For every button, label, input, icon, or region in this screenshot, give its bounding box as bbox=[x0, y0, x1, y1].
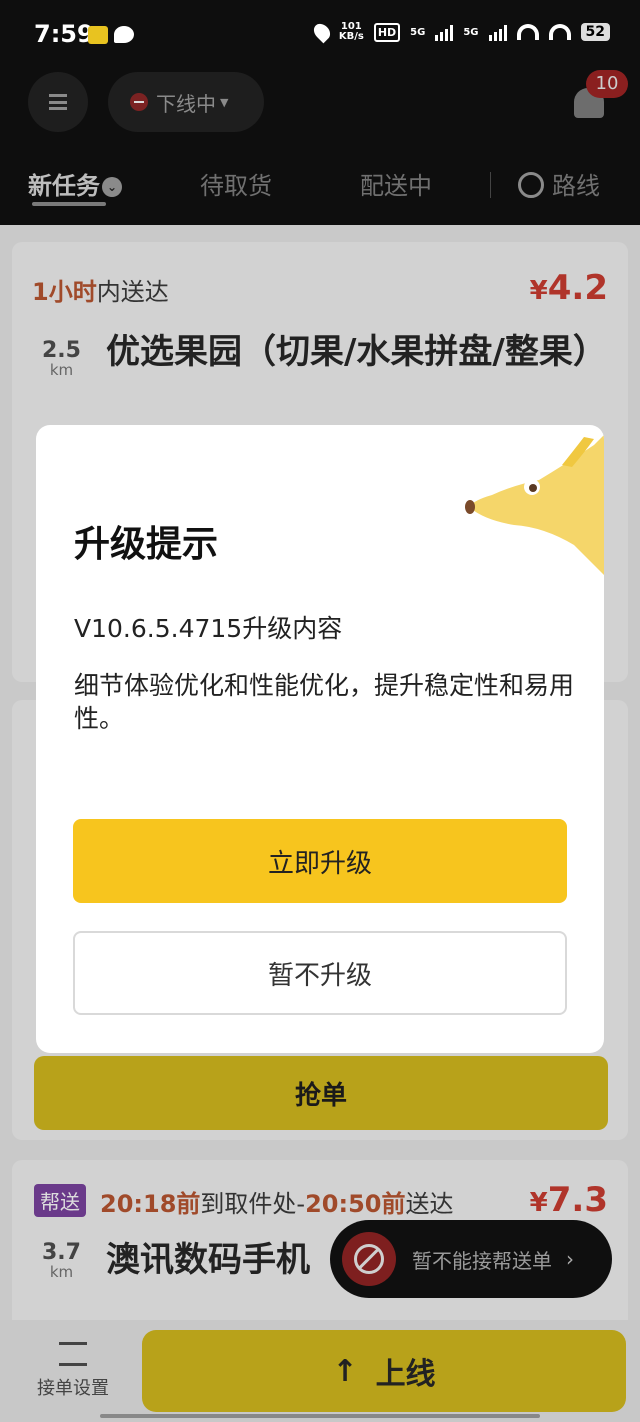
network-speed-unit: KB/s bbox=[338, 31, 364, 42]
arrow-up-icon: ↑ bbox=[332, 1353, 358, 1389]
status-icons: 101 KB/s HD 5G 5G 52 bbox=[310, 20, 610, 44]
distance-unit: km bbox=[49, 1263, 74, 1281]
dialog-title: 升级提示 bbox=[74, 524, 219, 565]
distance: 3.7 km bbox=[42, 1240, 81, 1281]
tab-route[interactable]: 路线 bbox=[518, 166, 600, 201]
active-tab-indicator bbox=[32, 202, 106, 206]
eta-text: 内送达 bbox=[96, 278, 169, 306]
work-status-dropdown[interactable]: 下线中 ▼ bbox=[108, 72, 264, 132]
version-line: V10.6.5.4715升级内容 bbox=[74, 614, 343, 643]
task-tabs: 新任务 ⌄ 待取货 配送中 路线 bbox=[0, 160, 640, 206]
order-settings-button[interactable]: 接单设置 bbox=[28, 1342, 118, 1400]
grab-order-button[interactable]: 抢单 bbox=[34, 1056, 608, 1130]
upgrade-now-button[interactable]: 立即升级 bbox=[73, 819, 567, 903]
order-price: ¥7.3 bbox=[530, 1180, 608, 1220]
status-bar: 7:59 101 KB/s HD 5G 5G 52 bbox=[0, 0, 640, 70]
clock: 7:59 bbox=[34, 20, 94, 48]
tab-new-tasks[interactable]: 新任务 ⌄ bbox=[28, 166, 122, 201]
eta-highlight: 1小时 bbox=[32, 278, 97, 306]
offline-icon bbox=[130, 93, 148, 111]
chevron-right-icon: › bbox=[566, 1247, 574, 1271]
toast-text: 暂不能接帮送单 bbox=[412, 1248, 552, 1273]
skip-upgrade-button[interactable]: 暂不升级 bbox=[73, 931, 567, 1015]
prohibited-icon bbox=[342, 1232, 396, 1286]
tab-new-tasks-label: 新任务 bbox=[28, 172, 100, 200]
hd-voice-icon: HD bbox=[373, 22, 401, 42]
price-value: 7.3 bbox=[547, 1180, 608, 1220]
pickup-text: 到取件处- bbox=[200, 1190, 306, 1218]
menu-button[interactable] bbox=[28, 72, 88, 132]
app-header: 下线中 ▼ 10 新任务 ⌄ 待取货 配送中 路线 bbox=[0, 70, 640, 225]
order-settings-label: 接单设置 bbox=[37, 1378, 109, 1399]
tab-delivering[interactable]: 配送中 bbox=[360, 166, 432, 201]
work-status-label: 下线中 bbox=[156, 91, 216, 116]
upgrade-dialog: 升级提示 V10.6.5.4715升级内容 细节体验优化和性能优化，提升稳定性和… bbox=[36, 425, 604, 1053]
pickup-time: 20:18前 bbox=[100, 1190, 201, 1218]
app-notification-icon bbox=[88, 26, 108, 44]
deliver-text: 送达 bbox=[405, 1190, 454, 1218]
network-speed: 101 KB/s bbox=[339, 22, 364, 42]
hamburger-icon bbox=[49, 94, 67, 110]
price-value: 4.2 bbox=[547, 268, 608, 308]
currency-symbol: ¥ bbox=[529, 1188, 548, 1218]
upgrade-description: 细节体验优化和性能优化，提升稳定性和易用性。 bbox=[74, 671, 575, 733]
bottom-bar: 接单设置 ↑ 上线 bbox=[0, 1320, 640, 1422]
shop-name: 优选果园（切果/水果拼盘/整果） bbox=[106, 332, 607, 372]
go-online-label: 上线 bbox=[375, 1357, 436, 1392]
tab-pending-pickup[interactable]: 待取货 bbox=[200, 166, 272, 201]
order-price: ¥4.2 bbox=[530, 268, 608, 308]
sim2-label: 5G bbox=[463, 26, 479, 38]
go-online-button[interactable]: ↑ 上线 bbox=[142, 1330, 626, 1412]
distance-unit: km bbox=[49, 361, 74, 379]
kangaroo-mascot-icon bbox=[465, 435, 604, 575]
location-icon bbox=[310, 20, 334, 44]
route-icon bbox=[518, 172, 544, 198]
tab-route-label: 路线 bbox=[552, 172, 600, 200]
signal-icon-2 bbox=[488, 23, 507, 41]
help-delivery-toast[interactable]: 暂不能接帮送单 › bbox=[330, 1220, 612, 1298]
message-icon bbox=[114, 26, 134, 43]
distance-value: 3.7 bbox=[42, 1240, 81, 1265]
distance-value: 2.5 bbox=[42, 338, 81, 363]
wifi-icon bbox=[516, 24, 539, 40]
chevron-down-icon: ⌄ bbox=[102, 177, 122, 197]
currency-symbol: ¥ bbox=[529, 276, 548, 306]
notification-badge: 10 bbox=[586, 70, 628, 98]
delivery-eta: 20:18前到取件处-20:50前送达 bbox=[100, 1184, 453, 1219]
caret-down-icon: ▼ bbox=[220, 95, 229, 109]
help-delivery-tag: 帮送 bbox=[34, 1184, 86, 1217]
distance: 2.5 km bbox=[42, 338, 81, 379]
wifi-icon-2 bbox=[548, 24, 571, 40]
battery-icon: 52 bbox=[580, 23, 610, 41]
deliver-time: 20:50前 bbox=[305, 1190, 406, 1218]
sliders-icon bbox=[59, 1342, 87, 1366]
home-indicator[interactable] bbox=[100, 1414, 540, 1418]
delivery-eta: 1小时内送达 bbox=[32, 272, 169, 307]
sim1-label: 5G bbox=[410, 26, 426, 38]
signal-icon bbox=[435, 23, 454, 41]
tab-divider bbox=[490, 172, 491, 198]
